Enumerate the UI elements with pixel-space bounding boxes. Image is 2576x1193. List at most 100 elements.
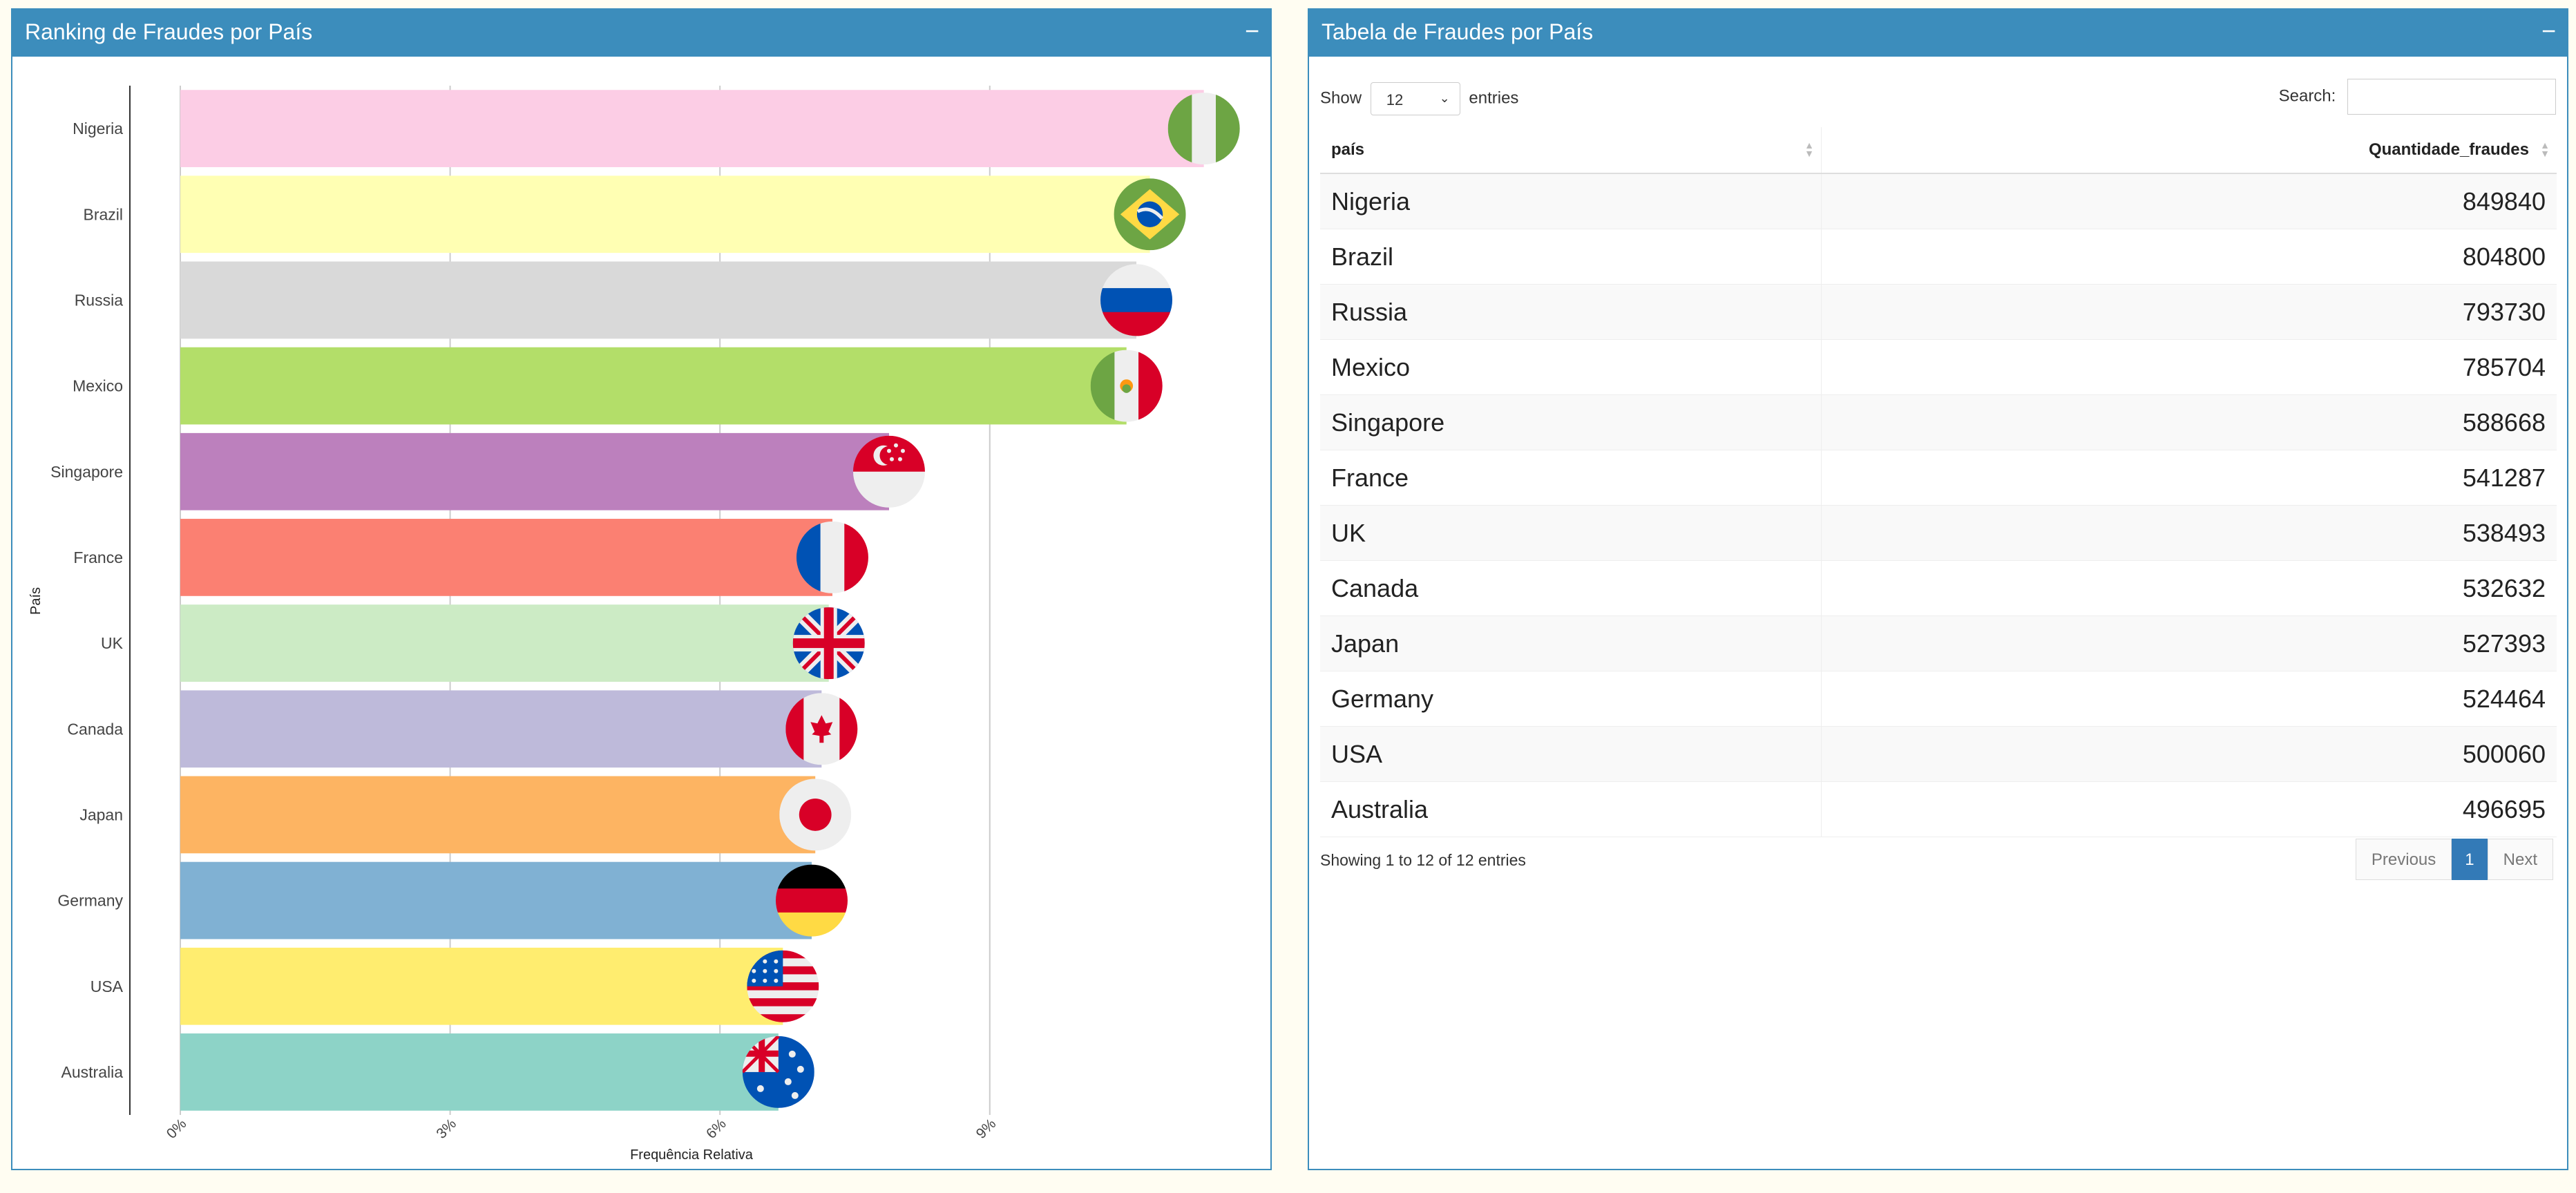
cell-pais: Germany xyxy=(1320,671,1822,727)
pagination: Previous 1 Next xyxy=(2355,839,2553,880)
column-header-label: país xyxy=(1331,140,1365,159)
x-axis-title: Frequência Relativa xyxy=(630,1147,754,1163)
table-panel: Tabela de Fraudes por País − Show 12 ⌄ e… xyxy=(1308,8,2568,1170)
y-tick-label: Japan xyxy=(79,805,123,823)
cell-quantidade: 849840 xyxy=(1821,173,2557,229)
uk-flag-icon xyxy=(792,607,865,680)
nigeria-flag-icon xyxy=(1167,93,1240,165)
collapse-icon[interactable]: − xyxy=(2541,17,2556,46)
table-row[interactable]: Brazil 804800 xyxy=(1320,229,2557,285)
bar[interactable] xyxy=(180,175,1150,254)
bar[interactable] xyxy=(180,90,1204,167)
table-row[interactable]: Mexico 785704 xyxy=(1320,339,2557,395)
cell-quantidade: 588668 xyxy=(1821,394,2557,450)
table-row[interactable]: USA 500060 xyxy=(1320,726,2557,782)
mexico-flag-icon xyxy=(1090,350,1163,422)
y-tick-label: Nigeria xyxy=(73,120,123,137)
chart-panel-title: Ranking de Fraudes por País xyxy=(25,19,313,44)
bar[interactable] xyxy=(180,861,812,939)
cell-pais: Brazil xyxy=(1320,229,1822,285)
table-row[interactable]: Australia 496695 xyxy=(1320,781,2557,837)
singapore-flag-icon xyxy=(852,435,925,508)
canada-flag-icon xyxy=(785,693,858,765)
chart-panel: Ranking de Fraudes por País − Nigeria Bra… xyxy=(11,8,1272,1170)
page-length-select[interactable]: 12 ⌄ xyxy=(1370,82,1460,115)
column-header-quantidade[interactable]: Quantidade_fraudes ▲ ▼ xyxy=(1821,127,2557,174)
table-row[interactable]: Singapore 588668 xyxy=(1320,394,2557,450)
cell-quantidade: 793730 xyxy=(1821,284,2557,340)
y-tick-label: Singapore xyxy=(50,463,123,481)
bar[interactable] xyxy=(180,1033,779,1111)
cell-quantidade: 785704 xyxy=(2462,352,2546,381)
y-axis-title: País xyxy=(28,587,44,615)
y-tick-label: Australia xyxy=(61,1063,124,1081)
page-length-control: Show 12 ⌄ entries xyxy=(1320,82,1518,115)
cell-pais: Singapore xyxy=(1320,394,1822,450)
bar-chart: Nigeria Brazil Russia Mexico Singapore France… xyxy=(28,86,1240,1163)
y-tick-label: Brazil xyxy=(83,205,123,223)
chart-panel-header: Ranking de Fraudes por País − xyxy=(12,10,1270,57)
table-header-row: país ▲ ▼ Quantidade_fraudes ▲ ▼ xyxy=(1320,127,2557,174)
x-tick-label: 3% xyxy=(433,1116,459,1142)
table-panel-header: Tabela de Fraudes por País − xyxy=(1309,10,2567,57)
show-label: Show xyxy=(1320,88,1362,108)
bar[interactable] xyxy=(180,432,889,510)
cell-pais: France xyxy=(1320,450,1822,506)
bar[interactable] xyxy=(180,261,1137,339)
france-flag-icon xyxy=(796,521,868,593)
table-row[interactable]: Russia 793730 xyxy=(1320,284,2557,340)
bar[interactable] xyxy=(180,776,816,854)
cell-pais: Canada xyxy=(1320,560,1822,616)
table-row[interactable]: Japan 527393 xyxy=(1320,615,2557,671)
table-row[interactable]: Nigeria 849840 xyxy=(1320,173,2557,229)
germany-flag-icon xyxy=(776,864,848,937)
usa-flag-icon xyxy=(747,950,819,1022)
table-panel-title: Tabela de Fraudes por País xyxy=(1322,19,1594,44)
cell-pais: Mexico xyxy=(1320,339,1822,395)
previous-button[interactable]: Previous xyxy=(2355,839,2452,880)
x-tick-label: 6% xyxy=(703,1116,729,1142)
cell-pais: Russia xyxy=(1320,284,1822,340)
cell-pais: UK xyxy=(1320,505,1822,561)
cell-pais: Japan xyxy=(1320,615,1822,671)
page-length-value: 12 xyxy=(1386,91,1404,108)
column-header-label: Quantidade_fraudes xyxy=(2368,140,2529,159)
japan-flag-icon xyxy=(779,779,852,851)
cell-pais: Nigeria xyxy=(1320,173,1822,229)
page-1-button[interactable]: 1 xyxy=(2452,839,2488,880)
table-row[interactable]: UK 538493 xyxy=(1320,505,2557,561)
table-row[interactable]: Canada 532632 xyxy=(1320,560,2557,616)
bar[interactable] xyxy=(180,947,783,1025)
cell-quantidade: 538493 xyxy=(1821,505,2557,561)
bar[interactable] xyxy=(180,604,829,682)
cell-quantidade: 804800 xyxy=(2462,242,2546,271)
y-tick-label: Germany xyxy=(57,892,123,910)
table-row[interactable]: Germany 524464 xyxy=(1320,671,2557,727)
bar[interactable] xyxy=(180,519,832,596)
cell-quantidade: 524464 xyxy=(2462,684,2546,713)
y-tick-label: USA xyxy=(90,977,124,995)
y-tick-label: UK xyxy=(101,634,124,652)
cell-quantidade: 527393 xyxy=(1821,615,2557,671)
search-input[interactable] xyxy=(2347,79,2556,115)
cell-pais: USA xyxy=(1320,726,1822,782)
bar[interactable] xyxy=(180,347,1127,425)
collapse-icon[interactable]: − xyxy=(1245,17,1259,46)
y-tick-label: Canada xyxy=(67,720,123,738)
y-tick-label: France xyxy=(73,548,123,566)
cell-quantidade: 541287 xyxy=(2462,463,2546,492)
cell-quantidade: 496695 xyxy=(2462,794,2546,823)
y-tick-label: Russia xyxy=(75,291,124,309)
cell-quantidade: 500060 xyxy=(1821,726,2557,782)
table-row[interactable]: France 541287 xyxy=(1320,450,2557,506)
next-button[interactable]: Next xyxy=(2487,839,2553,880)
sort-icon: ▲ ▼ xyxy=(1804,140,1814,159)
search-label: Search: xyxy=(2278,86,2336,106)
search-control: Search: xyxy=(2279,79,2556,115)
sort-icon: ▲ ▼ xyxy=(2540,140,2550,159)
entries-label: entries xyxy=(1469,88,1519,108)
bar[interactable] xyxy=(180,690,822,768)
cell-pais: Australia xyxy=(1320,781,1822,837)
column-header-pais[interactable]: país ▲ ▼ xyxy=(1320,127,1822,174)
russia-flag-icon xyxy=(1100,264,1173,336)
